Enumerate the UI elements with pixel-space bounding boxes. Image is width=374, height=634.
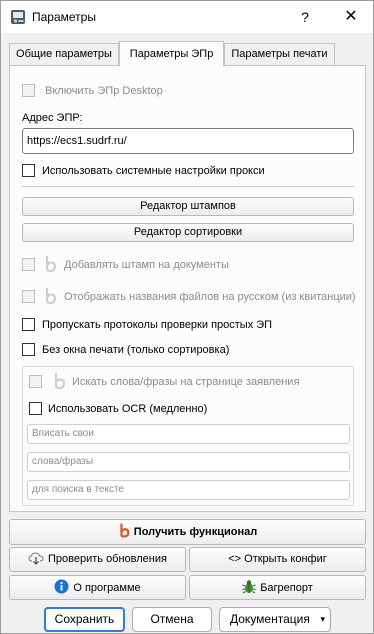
cancel-button[interactable]: Отмена [132,607,212,632]
brand-b-icon [54,373,66,389]
no-print-window-checkbox[interactable] [22,343,35,356]
bug-report-label: Багрепорт [260,582,313,594]
search-words-field-3[interactable]: для поиска в тексте [27,480,350,500]
tab-epr[interactable]: Параметры ЭПр [119,41,224,66]
documentation-button[interactable]: Документация ▾ [219,607,331,632]
skip-protocols-checkbox[interactable] [22,318,35,331]
add-stamp-checkbox[interactable] [22,258,35,271]
search-words-field-1[interactable]: Вписать свои [27,424,350,444]
stamp-editor-button[interactable]: Редактор штампов [22,197,354,216]
search-words-label: Искать слова/фразы на странице заявления [72,376,300,388]
address-label: Адрес ЭПР: [22,112,83,124]
search-words-group: Искать слова/фразы на странице заявления… [22,366,354,506]
window-title: Параметры [32,10,96,24]
brand-b-icon [120,523,130,538]
check-updates-button[interactable]: Проверить обновления [9,547,186,572]
no-print-window-label: Без окна печати (только сортировка) [42,344,230,356]
search-words-checkbox[interactable] [29,375,42,388]
russian-filenames-checkbox[interactable] [22,290,35,303]
tab-general[interactable]: Общие параметры [9,43,119,65]
about-button[interactable]: О программе [9,575,186,600]
get-features-button[interactable]: Получить функционал [9,519,366,545]
bug-icon [242,580,256,594]
about-label: О программе [73,582,141,594]
cloud-download-icon [28,552,44,565]
info-icon [54,579,69,594]
open-config-label: <> Открыть конфиг [228,553,327,565]
separator [22,186,354,187]
sort-editor-button[interactable]: Редактор сортировки [22,223,354,242]
system-proxy-checkbox[interactable] [22,164,35,177]
save-button[interactable]: Сохранить [44,607,125,632]
search-words-field-2[interactable]: слова/фразы [27,452,350,472]
skip-protocols-label: Пропускать протоколы проверки простых ЭП [42,319,273,331]
use-ocr-checkbox[interactable] [29,402,42,415]
bug-report-button[interactable]: Багрепорт [189,575,366,600]
use-ocr-label: Использовать OCR (медленно) [48,403,208,415]
brand-b-icon [45,288,57,304]
documentation-label: Документация [230,612,310,626]
open-config-button[interactable]: <> Открыть конфиг [189,547,366,572]
add-stamp-label: Добавлять штамп на документы [64,259,229,271]
close-button[interactable]: ✕ [333,5,369,29]
help-button[interactable]: ? [287,5,323,29]
get-features-label: Получить функционал [133,526,258,538]
enable-desktop-label: Включить ЭПр Desktop [45,85,163,97]
enable-desktop-checkbox[interactable] [22,84,35,97]
system-proxy-label: Использовать системные настройки прокси [42,165,265,177]
title-bar: Параметры ? ✕ [1,1,373,33]
app-icon [11,10,25,24]
settings-window: Параметры ? ✕ Общие параметры Параметры … [0,0,374,634]
russian-filenames-label: Отображать названия файлов на русском (и… [64,291,356,303]
chevron-down-icon: ▾ [320,614,325,624]
tab-print[interactable]: Параметры печати [224,43,335,65]
brand-b-icon [45,256,57,272]
epr-settings-panel: Включить ЭПр Desktop Адрес ЭПР: https://… [9,65,366,512]
check-updates-label: Проверить обновления [48,553,167,565]
address-input[interactable]: https://ecs1.sudrf.ru/ [22,128,354,154]
